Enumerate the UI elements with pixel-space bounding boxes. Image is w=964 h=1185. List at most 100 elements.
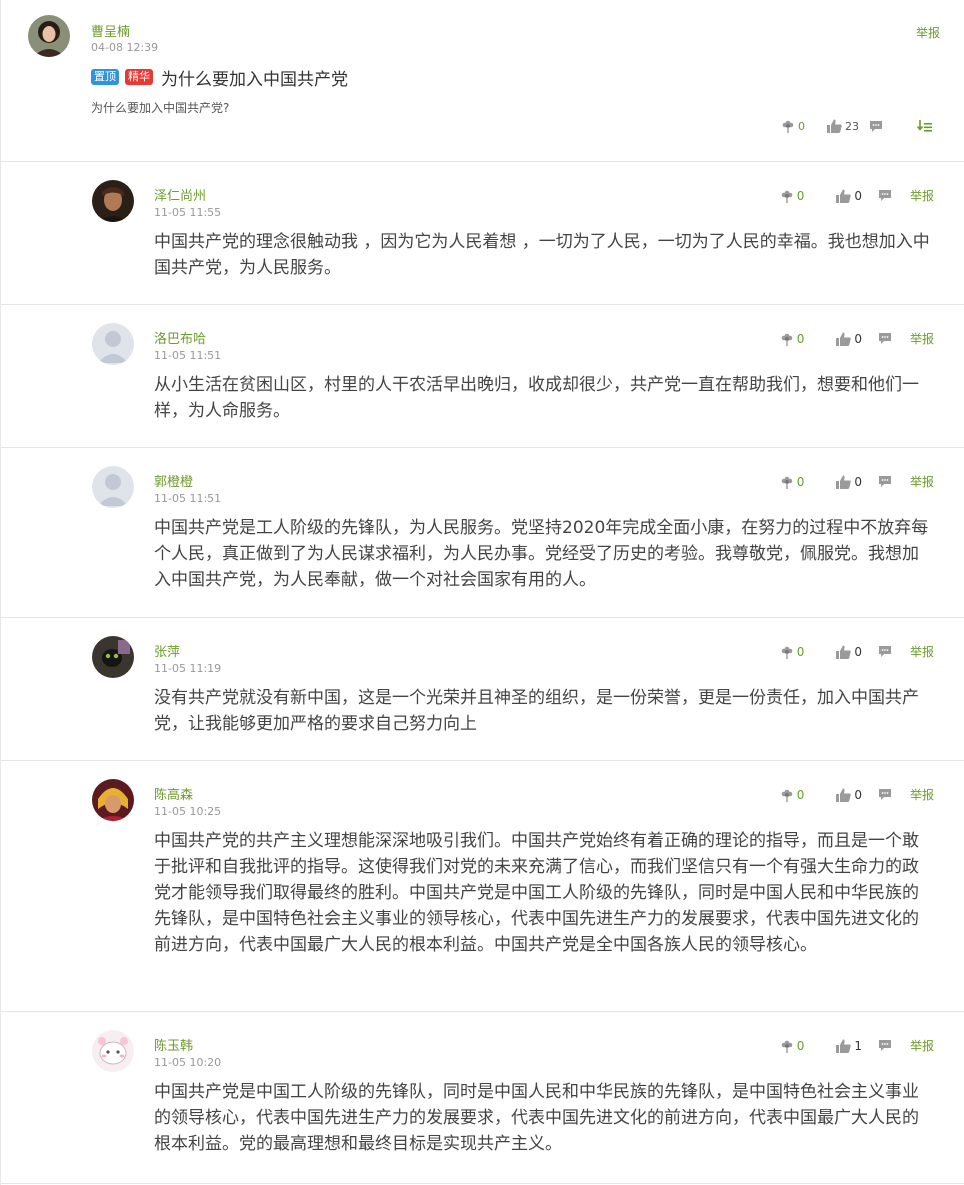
post-author[interactable]: 曹呈楠 — [91, 21, 130, 40]
report-link[interactable]: 举报 — [910, 187, 934, 204]
report-link[interactable]: 举报 — [910, 786, 934, 803]
reply-item: 张萍 11-05 11:19 0 0 举报 没有共产党就没有新中国，这是一个光荣… — [1, 618, 964, 761]
comment-icon — [878, 1039, 892, 1052]
like-button[interactable]: 1 — [836, 1039, 862, 1053]
flower-icon — [780, 475, 794, 489]
like-count: 0 — [854, 188, 862, 203]
flower-count: 0 — [796, 644, 805, 659]
report-link[interactable]: 举报 — [910, 330, 934, 347]
like-button[interactable]: 0 — [836, 475, 862, 489]
thumbs-up-icon — [836, 332, 852, 346]
report-link[interactable]: 举报 — [916, 24, 940, 41]
reply-author[interactable]: 郭橙橙 — [154, 471, 193, 490]
avatar[interactable] — [92, 779, 134, 821]
reply-author[interactable]: 陈高森 — [154, 784, 193, 803]
comment-icon — [878, 475, 892, 488]
post-title[interactable]: 为什么要加入中国共产党 — [161, 65, 348, 90]
reply-actions: 0 0 举报 — [780, 187, 934, 204]
featured-badge: 精华 — [125, 69, 153, 85]
flower-count: 0 — [796, 331, 805, 346]
avatar[interactable] — [28, 15, 70, 57]
sort-down-icon — [917, 119, 932, 133]
comment-button[interactable] — [878, 645, 892, 658]
comment-button[interactable] — [878, 1039, 892, 1052]
thumbs-up-icon — [836, 189, 852, 203]
reply-content: 中国共产党的共产主义理想能深深地吸引我们。中国共产党始终有着正确的理论的指导，而… — [154, 831, 919, 955]
comment-button[interactable] — [878, 189, 892, 202]
sort-button[interactable] — [917, 119, 932, 133]
reply-item: 泽仁尚州 11-05 11:55 0 0 举报 中国共产党的理念很触动我 ，因为… — [1, 162, 964, 305]
flower-count: 0 — [796, 787, 805, 802]
avatar[interactable] — [92, 636, 134, 678]
reply-content: 中国共产党的理念很触动我 ，因为它为人民着想 ，一切为了人民，一切为了人民的幸福… — [154, 232, 930, 278]
reply-actions: 0 0 举报 — [780, 786, 934, 803]
report-link[interactable]: 举报 — [910, 1037, 934, 1054]
comment-icon — [878, 788, 892, 801]
reply-author[interactable]: 陈玉韩 — [154, 1035, 193, 1054]
reply-actions: 0 0 举报 — [780, 330, 934, 347]
reply-time: 11-05 11:19 — [154, 662, 222, 675]
flower-count: 0 — [798, 119, 805, 133]
reply-time: 11-05 10:20 — [154, 1056, 222, 1069]
like-count: 0 — [854, 787, 862, 802]
flower-count: 0 — [796, 1038, 805, 1053]
comment-button[interactable] — [878, 788, 892, 801]
like-button[interactable]: 0 — [836, 645, 862, 659]
reply-item: 陈高森 11-05 10:25 0 0 举报 中国共产党的共产主义理想能深深地吸… — [1, 761, 964, 1012]
thumbs-up-icon — [836, 1039, 852, 1053]
like-button[interactable]: 0 — [836, 788, 862, 802]
like-count: 0 — [854, 331, 862, 346]
thumbs-up-icon — [836, 788, 852, 802]
comment-button[interactable] — [878, 475, 892, 488]
post-title-row: 置顶 精华 为什么要加入中国共产党 — [91, 65, 348, 90]
thumbs-up-icon — [827, 119, 842, 133]
reply-time: 11-05 11:55 — [154, 206, 222, 219]
flower-button[interactable]: 0 — [780, 474, 805, 489]
flower-button[interactable]: 0 — [780, 188, 805, 203]
comment-button[interactable] — [878, 332, 892, 345]
report-link[interactable]: 举报 — [910, 473, 934, 490]
avatar[interactable] — [92, 466, 134, 508]
reply-author[interactable]: 洛巴布哈 — [154, 328, 206, 347]
like-button[interactable]: 0 — [836, 332, 862, 346]
like-button[interactable]: 0 — [836, 189, 862, 203]
flower-count: 0 — [796, 474, 805, 489]
flower-button[interactable]: 0 — [780, 331, 805, 346]
like-count: 0 — [854, 644, 862, 659]
avatar[interactable] — [92, 180, 134, 222]
reply-time: 11-05 11:51 — [154, 492, 222, 505]
comment-icon — [878, 332, 892, 345]
flower-icon — [781, 119, 795, 133]
flower-icon — [780, 1039, 794, 1053]
avatar[interactable] — [92, 323, 134, 365]
like-count: 1 — [854, 1038, 862, 1053]
reply-item: 郭橙橙 11-05 11:51 0 0 举报 中国共产党是工人阶级的先锋队，为人… — [1, 448, 964, 618]
comment-icon — [869, 120, 883, 133]
flower-button[interactable]: 0 — [780, 644, 805, 659]
like-count: 0 — [854, 474, 862, 489]
flower-icon — [780, 189, 794, 203]
report-link[interactable]: 举报 — [910, 643, 934, 660]
reply-time: 11-05 10:25 — [154, 805, 222, 818]
thumbs-up-icon — [836, 645, 852, 659]
post-description: 为什么要加入中国共产党? — [91, 101, 230, 115]
flower-icon — [780, 645, 794, 659]
comment-button[interactable] — [869, 120, 883, 133]
reply-content: 从小生活在贫困山区，村里的人干农活早出晚归，收成却很少，共产党一直在帮助我们，想… — [154, 375, 919, 421]
like-count: 23 — [845, 119, 859, 133]
avatar[interactable] — [92, 1030, 134, 1072]
flower-button[interactable]: 0 — [780, 787, 805, 802]
thumbs-up-icon — [836, 475, 852, 489]
comment-icon — [878, 189, 892, 202]
flower-count: 0 — [796, 188, 805, 203]
reply-content: 中国共产党是工人阶级的先锋队，为人民服务。党坚持2020年完成全面小康，在努力的… — [154, 518, 929, 590]
like-button[interactable]: 23 — [827, 119, 859, 133]
discussion-page: 曹呈楠 04-08 12:39 举报 置顶 精华 为什么要加入中国共产党 为什么… — [0, 0, 964, 1185]
flower-button[interactable]: 0 — [781, 119, 805, 133]
reply-author[interactable]: 张萍 — [154, 641, 180, 660]
reply-actions: 0 1 举报 — [780, 1037, 934, 1054]
reply-author[interactable]: 泽仁尚州 — [154, 185, 206, 204]
flower-button[interactable]: 0 — [780, 1038, 805, 1053]
reply-content: 没有共产党就没有新中国，这是一个光荣并且神圣的组织，是一份荣誉，更是一份责任，加… — [154, 688, 919, 734]
reply-time: 11-05 11:51 — [154, 349, 222, 362]
